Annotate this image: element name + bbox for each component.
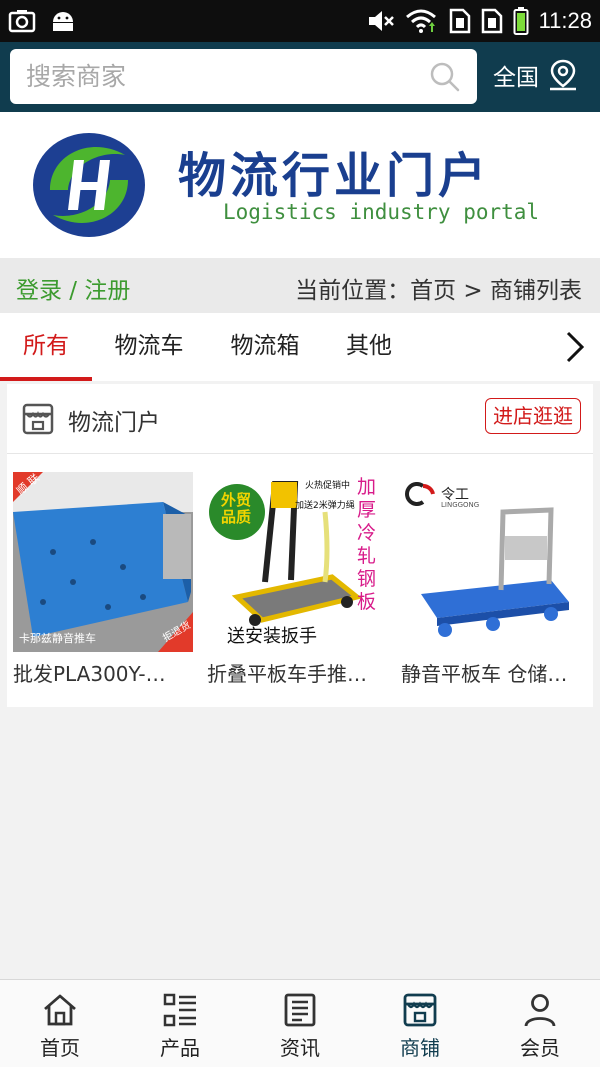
bottom-navigation: 首页 产品 资讯 商铺 会员: [0, 979, 600, 1067]
nav-label: 资讯: [280, 1036, 320, 1060]
app-header: 全国: [0, 42, 600, 112]
product-promo: 火热促销中: [305, 481, 351, 491]
product-vertical-text: 加厚冷轧钢板: [357, 476, 377, 613]
product-title[interactable]: 批发PLA300Y-…: [13, 658, 193, 687]
tab-other[interactable]: 其他: [336, 313, 402, 381]
nav-label: 会员: [520, 1036, 560, 1060]
portal-logo: [33, 133, 145, 237]
category-tabs: 所有 物流车 物流箱 其他: [0, 313, 600, 381]
shop-card: 物流门户 进店逛逛 顺 联 卡那兹静音推车 拒退货 批发PLA300Y-… 外贸…: [7, 384, 593, 707]
breadcrumb: 当前位置：首页 > 商铺列表: [295, 278, 582, 304]
region-selector[interactable]: 全国: [493, 58, 579, 92]
product-list-icon: [163, 993, 196, 1027]
location-pin-icon: [550, 59, 576, 91]
tab-all[interactable]: 所有: [0, 313, 92, 381]
portal-banner: 物流行业门户 Logistics industry portal: [0, 112, 600, 258]
nav-label: 首页: [40, 1036, 80, 1060]
nav-news[interactable]: 资讯: [240, 980, 360, 1067]
tab-logistics-vehicle[interactable]: 物流车: [100, 313, 198, 381]
nav-label: 产品: [160, 1036, 200, 1060]
chevron-right-icon[interactable]: [564, 331, 586, 363]
nav-stores[interactable]: 商铺: [360, 980, 480, 1067]
product-title[interactable]: 折叠平板车手推…: [207, 658, 387, 687]
store-icon: [403, 993, 437, 1027]
breadcrumb-bar: 登录 / 注册 当前位置：首页 > 商铺列表: [0, 258, 600, 313]
clock: 11:28: [538, 8, 592, 33]
android-icon: [53, 12, 73, 31]
search-input[interactable]: [26, 55, 416, 97]
home-icon: [44, 994, 76, 1026]
brand-subtitle: LINGGONG: [441, 501, 480, 509]
product-image[interactable]: 顺 联 卡那兹静音推车 拒退货: [13, 472, 193, 652]
battery-icon: [513, 7, 529, 35]
wifi-icon: [405, 9, 436, 33]
product-image-caption: 送安装扳手: [227, 626, 317, 647]
product-card[interactable]: 外贸品质 火热促销中 加送2米弹力绳 加厚冷轧钢板 送安装扳手 折叠平板车手推…: [207, 472, 387, 687]
store-icon: [22, 403, 54, 435]
product-card[interactable]: 顺 联 卡那兹静音推车 拒退货 批发PLA300Y-…: [13, 472, 193, 687]
nav-label: 商铺: [400, 1036, 440, 1060]
visit-shop-button[interactable]: 进店逛逛: [485, 398, 581, 434]
search-box[interactable]: [10, 49, 477, 104]
status-bar: 11:28: [0, 0, 600, 42]
search-icon[interactable]: [429, 61, 461, 93]
product-card[interactable]: 令工 LINGGONG 静音平板车 仓储…: [401, 472, 581, 687]
region-label: 全国: [493, 65, 539, 91]
nav-home[interactable]: 首页: [0, 980, 120, 1067]
mute-icon: [368, 11, 394, 31]
product-badge: 外贸品质: [221, 491, 252, 526]
tab-label: 物流箱: [230, 333, 300, 359]
portal-title: 物流行业门户: [178, 148, 491, 204]
login-register-link[interactable]: 登录 / 注册: [16, 271, 130, 305]
news-icon: [284, 993, 316, 1027]
product-image-caption: 卡那兹静音推车: [19, 632, 96, 645]
tab-label: 物流车: [114, 333, 184, 359]
nav-products[interactable]: 产品: [120, 980, 240, 1067]
active-tab-indicator: [0, 377, 92, 381]
product-image[interactable]: 外贸品质 火热促销中 加送2米弹力绳 加厚冷轧钢板 送安装扳手: [207, 472, 387, 652]
shop-name: 物流门户: [68, 410, 160, 436]
sim2-icon: [481, 8, 502, 34]
product-promo: 加送2米弹力绳: [295, 501, 355, 511]
tab-label: 所有: [23, 333, 69, 359]
product-title[interactable]: 静音平板车 仓储…: [401, 658, 581, 687]
shop-header: 物流门户 进店逛逛: [7, 384, 593, 454]
member-icon: [524, 994, 556, 1027]
portal-subtitle: Logistics industry portal: [223, 200, 540, 224]
tab-label: 其他: [346, 333, 392, 359]
tab-logistics-box[interactable]: 物流箱: [216, 313, 314, 381]
nav-member[interactable]: 会员: [480, 980, 600, 1067]
product-image[interactable]: 令工 LINGGONG: [401, 472, 581, 652]
screenshot-icon: [8, 10, 36, 33]
sim1-icon: [449, 8, 470, 34]
